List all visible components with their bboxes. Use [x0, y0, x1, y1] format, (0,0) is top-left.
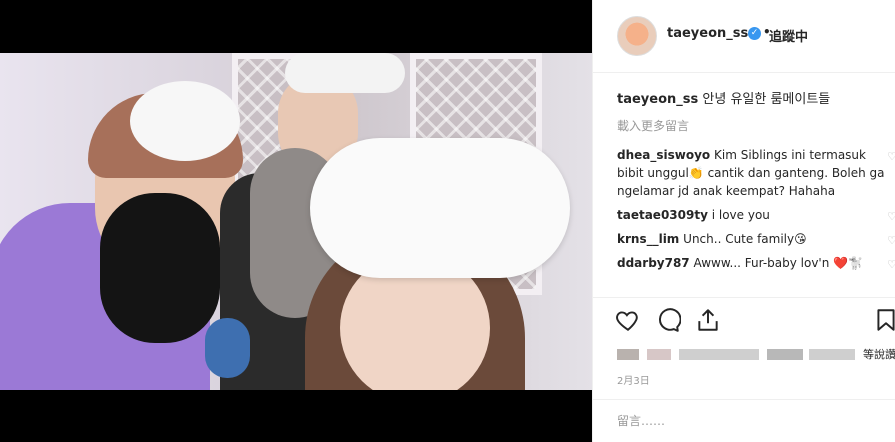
comment-text: i love you — [711, 208, 770, 222]
heart-icon[interactable]: ♡ — [887, 148, 895, 166]
headband-bow-front — [310, 138, 570, 278]
follow-button[interactable]: 追蹤中 — [769, 26, 808, 45]
comment-text: Unch.. Cute family😘 — [683, 232, 807, 246]
comments-section: taeyeon_ss 안녕 유일한 룸메이트들 載入更多留言 dhea_sisw… — [617, 88, 895, 278]
blurred-liker-names — [617, 349, 639, 360]
comment-username[interactable]: krns__lim — [617, 232, 679, 246]
blurred-liker-names — [809, 349, 855, 360]
comment-item: ddarby787 Awww... Fur-baby lov'n ❤️🐩 ♡ — [617, 254, 895, 272]
toy-figure — [205, 318, 250, 378]
post-panel: taeyeon_ss ✓ • 追蹤中 taeyeon_ss 안녕 유일한 룸메이… — [592, 0, 895, 442]
headband-middle — [285, 53, 405, 93]
comment-username[interactable]: taetae0309ty — [617, 208, 708, 222]
post-date[interactable]: 2月3日 — [617, 372, 650, 387]
comment-username[interactable]: dhea_siswoyo — [617, 148, 710, 162]
verified-badge-icon: ✓ — [748, 27, 761, 40]
avatar[interactable] — [617, 16, 657, 56]
blurred-liker-names — [679, 349, 759, 360]
comment-text: Awww... Fur-baby lov'n ❤️🐩 — [693, 256, 864, 270]
load-more-comments[interactable]: 載入更多留言 — [617, 117, 895, 134]
comment-item: krns__lim Unch.. Cute family😘 ♡ — [617, 230, 895, 248]
action-bar — [615, 307, 895, 335]
heart-icon[interactable]: ♡ — [887, 232, 895, 250]
post-header: taeyeon_ss ✓ • 追蹤中 — [593, 0, 895, 73]
comment-input[interactable]: 留言…… — [617, 412, 665, 429]
headband-bow-left — [130, 81, 240, 161]
caption: taeyeon_ss 안녕 유일한 룸메이트들 — [617, 88, 895, 107]
comment-icon[interactable] — [655, 307, 681, 333]
caption-text: 안녕 유일한 룸메이트들 — [702, 92, 831, 107]
heart-icon[interactable]: ♡ — [887, 256, 895, 274]
caption-username[interactable]: taeyeon_ss — [617, 92, 698, 107]
heart-icon[interactable] — [615, 307, 641, 333]
divider — [593, 297, 895, 298]
divider — [593, 399, 895, 400]
likes-suffix: 等說讚 — [863, 348, 895, 361]
bookmark-icon[interactable] — [873, 307, 895, 333]
header-username[interactable]: taeyeon_ss — [667, 26, 748, 41]
media-area — [0, 0, 592, 442]
heart-icon[interactable]: ♡ — [887, 208, 895, 226]
share-icon[interactable] — [695, 307, 721, 333]
blurred-liker-names — [767, 349, 803, 360]
post-photo[interactable] — [0, 53, 592, 390]
blurred-liker-names — [647, 349, 671, 360]
comment-item: dhea_siswoyo Kim Siblings ini termasuk b… — [617, 146, 895, 200]
comment-item: taetae0309ty i love you ♡ — [617, 206, 895, 224]
black-poodle — [100, 193, 220, 343]
likes-summary[interactable]: 等說讚 — [617, 346, 895, 362]
comment-username[interactable]: ddarby787 — [617, 256, 690, 270]
